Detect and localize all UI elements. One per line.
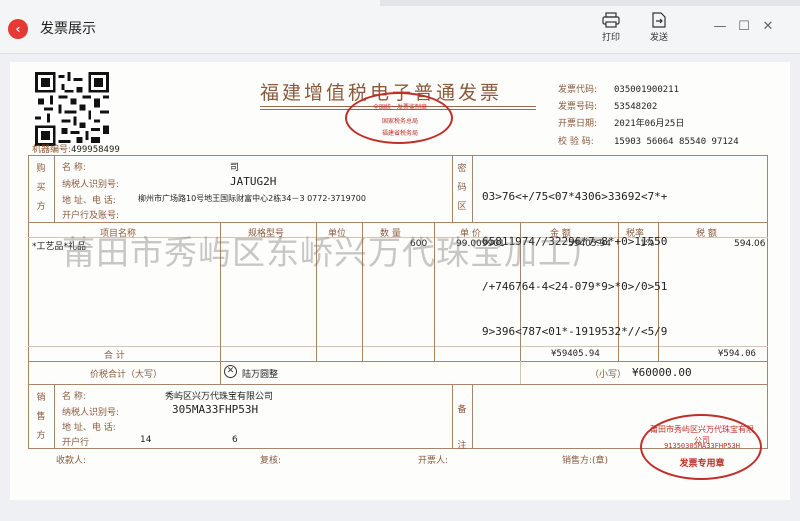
- seller-bank-partial-1: 14: [140, 435, 152, 445]
- seller-invoice-seal: 莆田市秀屿区兴万代珠宝有限公司 91350305MA33FHP53H 发票专用章: [640, 414, 762, 480]
- title-bar: ‹ 发票展示 打印 发送 — ☐ ✕: [0, 0, 800, 54]
- seller-address-label: 地 址、电 话:: [62, 423, 116, 433]
- cipher-col-left: [452, 155, 453, 222]
- minimize-icon: —: [713, 19, 727, 34]
- maximize-button[interactable]: ☐: [736, 18, 752, 36]
- total-divider: [28, 384, 768, 385]
- send-icon: [652, 12, 666, 28]
- maximize-icon: ☐: [738, 19, 750, 34]
- seller-bank-partial-2: 6: [232, 435, 238, 445]
- seal-text-1: 全国统一发票监制章: [372, 104, 427, 111]
- machine-number: 机器编号:499958499: [32, 145, 120, 155]
- invoice-number: 发票号码: 53548202: [558, 102, 658, 112]
- subtotal-label: 合 计: [104, 351, 125, 361]
- back-button[interactable]: ‹: [8, 19, 28, 39]
- invoice-date: 开票日期: 2021年06月25日: [558, 119, 685, 129]
- seller-name: 秀屿区兴万代珠宝有限公司: [165, 392, 274, 402]
- seller-seal-label: 发票专用章: [679, 459, 725, 469]
- print-label: 打印: [601, 33, 620, 43]
- send-label: 发送: [649, 33, 668, 43]
- close-button[interactable]: ✕: [760, 18, 776, 36]
- buyer-section-label: 购 买 方: [36, 164, 46, 212]
- items-divider: [28, 361, 768, 362]
- buyer-label-col: [54, 155, 55, 222]
- remark-col-left: [452, 384, 453, 449]
- header-tax: 税 额: [696, 229, 717, 239]
- buyer-name: 司: [230, 163, 240, 173]
- item-rate: 1%: [640, 239, 655, 249]
- item-tax: 594.06: [734, 239, 766, 249]
- seal-text-2: 国家税务总局: [381, 118, 418, 125]
- qr-code-icon: [35, 72, 109, 146]
- footer-seller-sign: 销售方:(章): [562, 456, 609, 466]
- send-button[interactable]: 发送: [639, 12, 679, 48]
- footer-payee: 收款人:: [56, 456, 87, 466]
- subtotal-amount: ¥59405.94: [551, 349, 600, 359]
- footer-reviewer: 复核:: [260, 456, 282, 466]
- header-rate: 税率: [626, 229, 645, 239]
- watermark-text: 莆田市秀屿区东峤兴万代珠宝加工厂: [62, 233, 606, 272]
- seller-label-col: [54, 384, 55, 449]
- printer-icon: [602, 12, 620, 28]
- window-bottom-area: [0, 500, 800, 521]
- cipher-col-right: [472, 155, 473, 222]
- buyer-bank-label: 开户行及账号:: [62, 211, 120, 221]
- total-small-label: （小写）: [590, 370, 627, 380]
- seller-taxid-label: 纳税人识别号:: [62, 408, 120, 418]
- seller-name-label: 名 称:: [62, 392, 86, 402]
- total-small: ¥60000.00: [632, 366, 692, 379]
- total-split: [520, 361, 521, 384]
- seller-section-label: 销 售 方: [36, 393, 46, 441]
- cipher-section-label: 密 码 区: [457, 164, 467, 212]
- seal-text-3: 福建省税务局: [381, 130, 418, 137]
- print-button[interactable]: 打印: [591, 12, 631, 48]
- cross-circle-icon: ✕: [224, 365, 237, 378]
- seller-seal-taxid: 91350305MA33FHP53H: [664, 442, 740, 450]
- buyer-taxid-label: 纳税人识别号:: [62, 180, 120, 190]
- invoice-check-code: 校 验 码: 15903 56064 85540 97124: [558, 137, 739, 147]
- close-icon: ✕: [762, 19, 774, 34]
- window-title: 发票展示: [40, 21, 96, 37]
- remark-col-right: [472, 384, 473, 449]
- invoice-code: 发票代码: 035001900211: [558, 85, 680, 95]
- seller-taxid: 305MA33FHP53H: [172, 403, 259, 416]
- subtotal-tax: ¥594.06: [718, 349, 756, 359]
- total-words: 陆万圆整: [242, 370, 279, 380]
- seller-bank-label: 开户行: [62, 438, 90, 448]
- remark-section-label: 备 注: [457, 405, 467, 451]
- chevron-left-icon: ‹: [15, 22, 21, 36]
- buyer-name-label: 名 称:: [62, 163, 86, 173]
- tax-bureau-seal: 全国统一发票监制章 国家税务总局 福建省税务局: [345, 92, 453, 144]
- total-label: 价税合计（大写）: [90, 370, 163, 380]
- buyer-address-label: 地 址、电 话:: [62, 196, 116, 206]
- top-menu-strip: [380, 0, 800, 6]
- buyer-taxid: JATUG2H: [230, 175, 277, 188]
- minimize-button[interactable]: —: [712, 18, 728, 36]
- buyer-address: 柳州市广场路10号地王国际财富中心2栋34－3 0772-3719700: [138, 194, 366, 203]
- footer-issuer: 开票人:: [418, 456, 449, 466]
